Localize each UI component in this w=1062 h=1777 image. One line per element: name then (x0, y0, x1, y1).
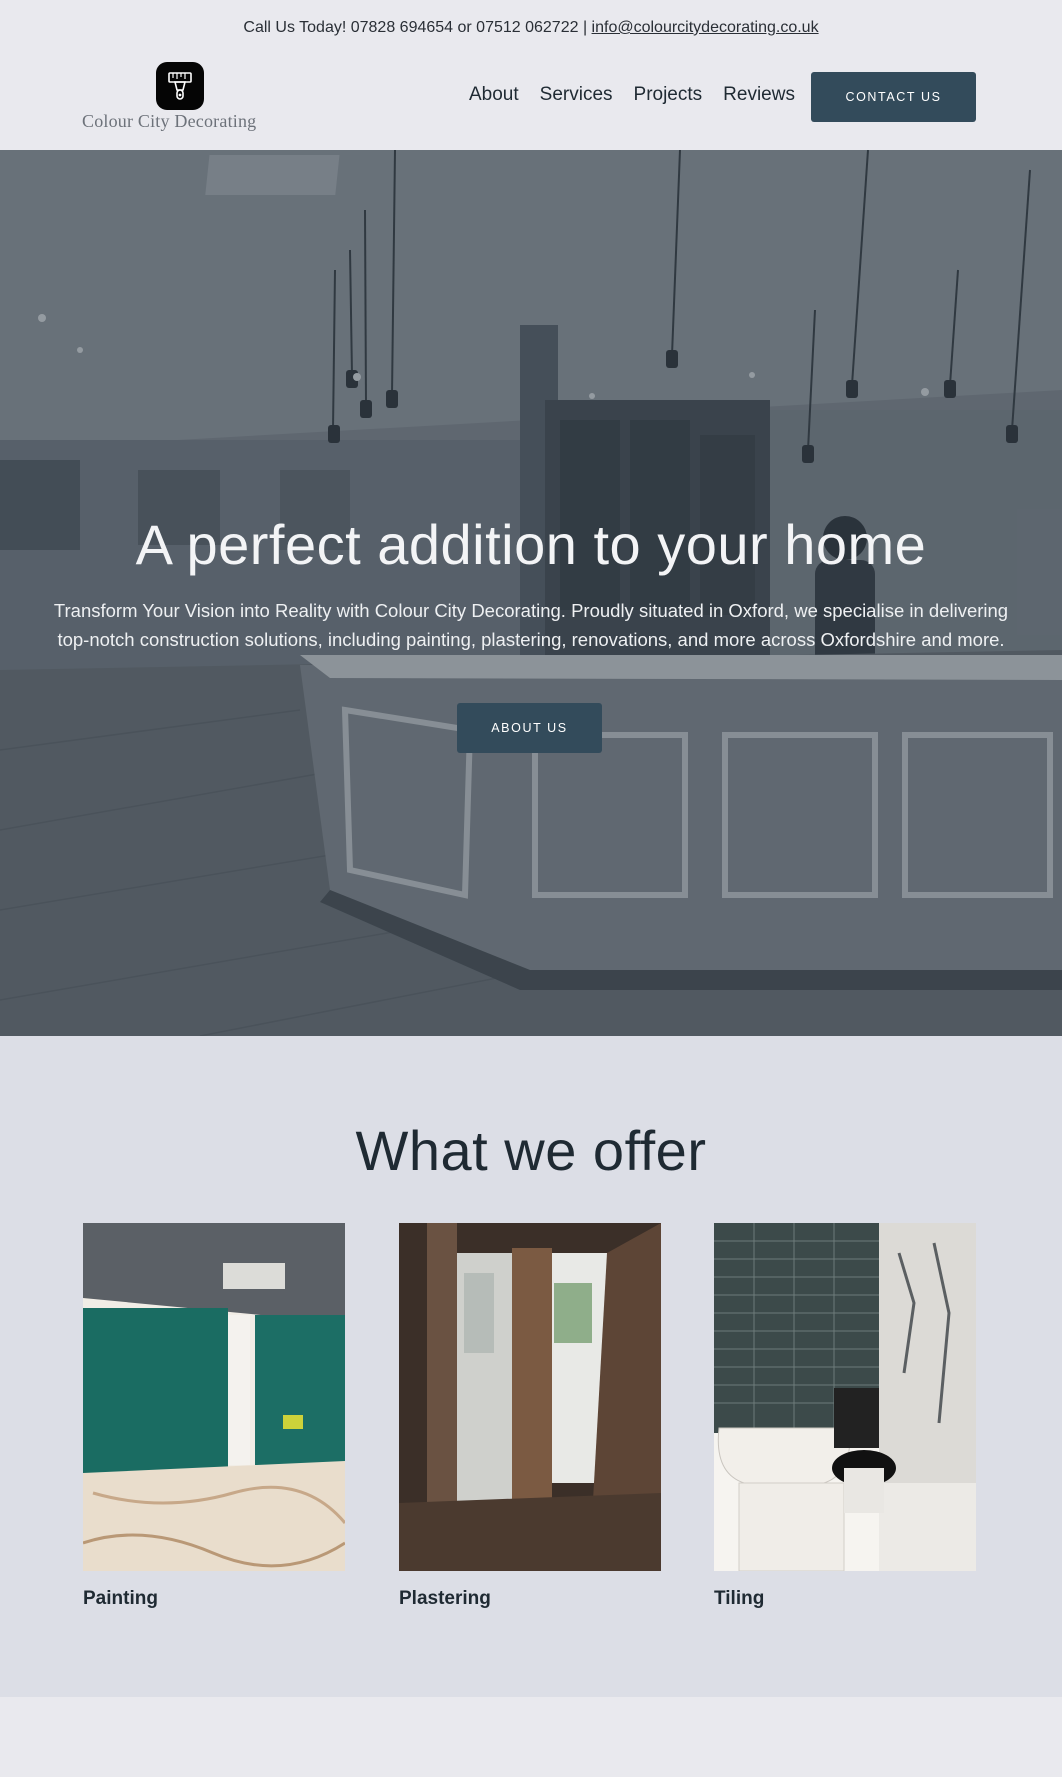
tiling-photo (714, 1223, 976, 1571)
contact-us-button[interactable]: CONTACT US (811, 72, 976, 122)
service-card-tiling[interactable]: Tiling (714, 1223, 976, 1610)
site-header: Call Us Today! 07828 694654 or 07512 062… (0, 0, 1062, 150)
service-card-label: Plastering (399, 1588, 491, 1609)
nav-item-reviews[interactable]: Reviews (723, 84, 795, 106)
service-card-label: Painting (83, 1588, 158, 1609)
services-section: What we offer Painting Plastering Tiling (0, 1036, 1062, 1697)
about-us-button[interactable]: ABOUT US (457, 703, 602, 753)
main-nav: About Services Projects Reviews (469, 84, 795, 106)
email-link[interactable]: info@colourcitydecorating.co.uk (592, 19, 819, 36)
logo-wordmark: Colour City Decorating (82, 111, 257, 131)
nav-item-about[interactable]: About (469, 84, 519, 106)
hero-section: A perfect addition to your home Transfor… (0, 150, 1062, 1036)
hero-subtitle: Transform Your Vision into Reality with … (53, 600, 1009, 650)
hero-overlay (0, 150, 1062, 1036)
nav-item-projects[interactable]: Projects (634, 84, 703, 106)
paint-brush-icon (156, 62, 204, 110)
section-title: What we offer (355, 1119, 707, 1182)
nav-item-services[interactable]: Services (540, 84, 613, 106)
contact-line: Call Us Today! 07828 694654 or 07512 062… (0, 19, 1062, 37)
page-footer-band (0, 1697, 1062, 1777)
service-card-label: Tiling (714, 1588, 765, 1609)
service-card-painting[interactable]: Painting (83, 1223, 345, 1610)
plastering-photo (399, 1223, 661, 1571)
service-card-plastering[interactable]: Plastering (399, 1223, 661, 1610)
hero-title: A perfect addition to your home (135, 513, 927, 576)
site-logo[interactable]: Colour City Decorating (82, 62, 282, 132)
painting-photo (83, 1223, 345, 1571)
contact-phones: Call Us Today! 07828 694654 or 07512 062… (243, 19, 592, 36)
